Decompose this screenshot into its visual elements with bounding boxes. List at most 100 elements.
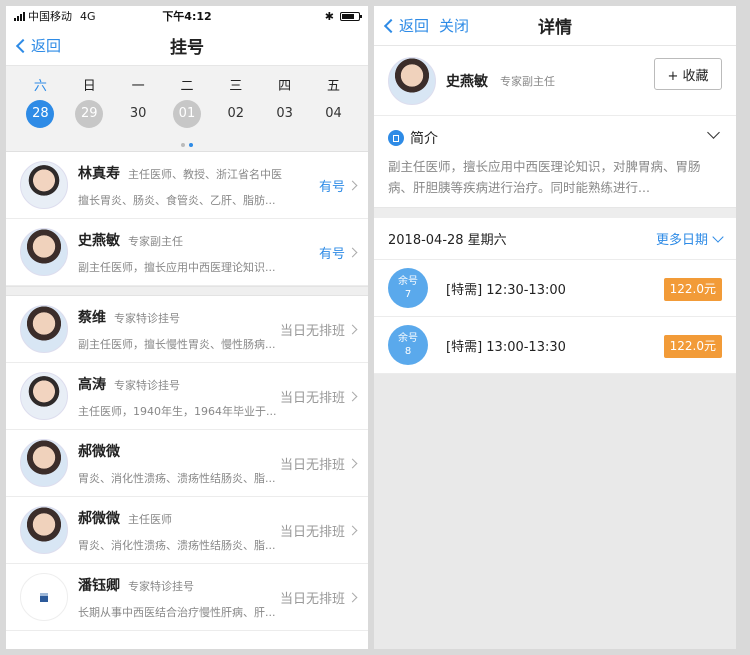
schedule-screen: 中国移动 4G 下午4:12 ✱ 返回 挂号 六 28 日 29 一 30 二 01 三 02 四 0… [6, 6, 368, 649]
weekday-label: 四 [278, 79, 292, 94]
date-03[interactable]: 四 03 [269, 76, 301, 128]
availability-status: 有号 [319, 152, 358, 218]
doctor-title: 主任医师、教授、浙江省名中医 [128, 167, 282, 181]
doctor-row[interactable]: 林真寿 主任医师、教授、浙江省名中医 擅长胃炎、肠炎、食管炎、乙肝、脂肪... 有号 [6, 152, 368, 219]
chevron-right-icon [347, 592, 358, 602]
back-button[interactable]: 返回 [6, 35, 61, 56]
chevron-down-icon[interactable] [707, 126, 720, 139]
doctor-title: 主任医师 [128, 512, 172, 526]
date-28[interactable]: 六 28 [24, 76, 56, 128]
doctor-name: 高涛 [78, 376, 106, 393]
chevron-right-icon [347, 247, 358, 257]
back-button[interactable]: 返回 [374, 15, 429, 36]
intro-section[interactable]: 简介 副主任医师，擅长应用中西医理论知识，对脾胃病、胃肠病、肝胆胰等疾病进行治疗… [374, 116, 736, 208]
nav-bar: 返回 挂号 [6, 26, 368, 66]
time-slot[interactable]: 余号 7 [特需] 12:30-13:00 122.0元 [374, 260, 736, 317]
doctor-desc: 副主任医师，擅长应用中西医理论知识... [78, 260, 276, 274]
intro-heading: 简介 [410, 131, 438, 147]
date-label: 2018-04-28 星期六 [388, 233, 507, 248]
date-selector: 六 28 日 29 一 30 二 01 三 02 四 03 五 04 [6, 66, 368, 152]
availability-status: 当日无排班 [279, 296, 358, 362]
day-number: 30 [129, 106, 147, 121]
status-label: 当日无排班 [279, 390, 345, 406]
doctor-row[interactable]: 潘钰卿 专家特诊挂号 长期从事中西医结合治疗慢性肝病、肝... 当日无排班 [6, 564, 368, 631]
availability-status: 当日无排班 [280, 430, 358, 496]
doctor-desc: 胃炎、消化性溃疡、溃疡性结肠炎、脂... [78, 471, 276, 485]
favorite-button[interactable]: + 收藏 [654, 58, 722, 90]
page-dot-active [189, 143, 193, 147]
status-label: 当日无排班 [279, 323, 345, 339]
doctor-desc: 主任医师，1940年生，1964年毕业于... [78, 404, 277, 418]
logo-icon [40, 592, 48, 602]
weekday-label: 六 [33, 79, 47, 94]
chevron-right-icon [347, 180, 358, 190]
avatar [20, 161, 68, 209]
nav-bar: 返回 关闭 详情 [374, 6, 736, 46]
doctor-row[interactable]: 郝微微 主任医师 胃炎、消化性溃疡、溃疡性结肠炎、脂... 当日无排班 [6, 497, 368, 564]
price-button[interactable]: 122.0元 [663, 278, 722, 301]
chevron-right-icon [347, 324, 358, 334]
doctor-name: 史燕敏 [446, 73, 488, 90]
weekday-label: 五 [326, 79, 340, 94]
avatar [20, 305, 68, 353]
doctor-name: 史燕敏 [78, 232, 120, 249]
remaining-badge: 余号 7 [388, 268, 428, 308]
slot-list: 余号 7 [特需] 12:30-13:00 122.0元 余号 8 [特需] 13:00-1… [374, 260, 736, 374]
day-number: 04 [325, 106, 342, 121]
doctor-row[interactable]: 史燕敏 专家副主任 副主任医师，擅长应用中西医理论知识... 有号 [6, 219, 368, 286]
date-header: 2018-04-28 星期六 更多日期 [374, 218, 736, 260]
doctor-title: 专家副主任 [128, 234, 183, 248]
avatar [20, 372, 68, 420]
status-label: 当日无排班 [279, 591, 345, 607]
doctor-name: 林真寿 [78, 165, 120, 182]
weekday-label: 一 [131, 79, 145, 94]
availability-status: 当日无排班 [279, 564, 358, 630]
day-number: 28 [26, 100, 55, 128]
section-gap [6, 286, 368, 296]
date-02[interactable]: 三 02 [220, 76, 252, 128]
doctor-title: 专家副主任 [500, 74, 555, 88]
slot-label: [特需] 13:00-13:30 [446, 339, 566, 355]
weekday-label: 日 [82, 79, 96, 94]
date-01[interactable]: 二 01 [171, 76, 203, 128]
doctor-row[interactable]: 郝微微胃炎、消化性溃疡、溃疡性结肠炎、脂... 当日无排班 [6, 430, 368, 497]
date-29[interactable]: 日 29 [73, 76, 105, 128]
doctor-name: 蔡维 [78, 309, 106, 326]
date-30[interactable]: 一 30 [122, 76, 154, 128]
doctor-desc: 长期从事中西医结合治疗慢性肝病、肝... [78, 605, 276, 619]
avatar [20, 573, 68, 621]
doctor-row[interactable]: 高涛 专家特诊挂号 主任医师，1940年生，1964年毕业于... 当日无排班 [6, 363, 368, 430]
weekday-label: 三 [229, 79, 243, 94]
chevron-right-icon [347, 525, 358, 535]
chevron-left-icon [383, 18, 399, 33]
remaining-label: 余号 [398, 333, 418, 344]
book-icon [388, 130, 404, 146]
chevron-right-icon [347, 458, 358, 468]
doctor-title: 专家特诊挂号 [128, 579, 194, 593]
doctor-row[interactable]: 蔡维 专家特诊挂号 副主任医师，擅长慢性胃炎、慢性肠病... 当日无排班 [6, 296, 368, 363]
day-number: 29 [75, 100, 104, 128]
doctor-name: 郝微微 [78, 443, 120, 460]
availability-status: 当日无排班 [279, 497, 358, 563]
remaining-count: 7 [404, 289, 412, 300]
detail-screen: 返回 关闭 详情 史燕敏 专家副主任 + 收藏 简介 副主任医师，擅长应用中西医… [374, 6, 736, 649]
more-dates-button[interactable]: 更多日期 [656, 229, 724, 248]
avatar [20, 506, 68, 554]
close-button[interactable]: 关闭 [439, 15, 469, 36]
chevron-down-icon [712, 230, 724, 243]
chevron-left-icon [15, 38, 31, 53]
doctor-profile: 史燕敏 专家副主任 + 收藏 [374, 46, 736, 116]
time-slot[interactable]: 余号 8 [特需] 13:00-13:30 122.0元 [374, 317, 736, 374]
avatar [20, 228, 68, 276]
doctor-list: 林真寿 主任医师、教授、浙江省名中医 擅长胃炎、肠炎、食管炎、乙肝、脂肪... 有号史… [6, 152, 368, 631]
date-04[interactable]: 五 04 [317, 76, 349, 128]
status-bar: 中国移动 4G 下午4:12 ✱ [6, 6, 368, 26]
back-label: 返回 [31, 37, 62, 55]
price-button[interactable]: 122.0元 [663, 335, 722, 358]
day-number: 01 [172, 100, 201, 128]
chevron-right-icon [347, 391, 358, 401]
weekday-label: 二 [180, 79, 194, 94]
status-label: 当日无排班 [279, 524, 345, 540]
avatar [20, 439, 68, 487]
back-label: 返回 [399, 17, 430, 35]
